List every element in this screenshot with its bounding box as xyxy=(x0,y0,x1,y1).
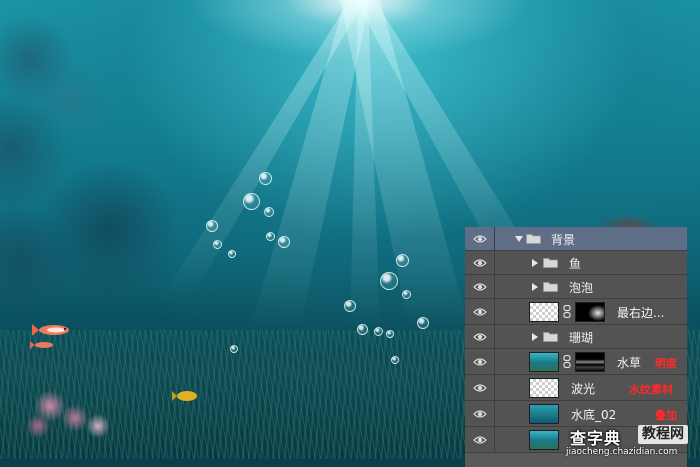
bubble xyxy=(266,232,275,241)
yellow-fish xyxy=(172,391,197,401)
collapsed-triangle-icon[interactable] xyxy=(532,333,538,341)
folder-icon xyxy=(526,234,541,244)
bubble xyxy=(213,240,222,249)
visibility-toggle[interactable] xyxy=(465,375,495,400)
visibility-toggle[interactable] xyxy=(465,427,495,452)
chain-link-icon[interactable] xyxy=(563,305,571,318)
site-watermark: 查字典 教程网 jiaocheng.chazidian.com xyxy=(560,423,700,459)
pink-coral xyxy=(20,388,115,443)
layer-name: 水草 xyxy=(617,356,642,370)
bubble xyxy=(391,356,399,364)
bubble xyxy=(357,324,368,335)
layer-thumbnail[interactable] xyxy=(529,378,559,398)
annotation-label: 水纹素材 xyxy=(629,383,673,396)
bubble xyxy=(374,327,383,336)
watermark-tag: 教程网 xyxy=(638,425,688,444)
layer-thumbnail[interactable] xyxy=(529,430,559,450)
visibility-toggle[interactable] xyxy=(465,401,495,426)
bubble xyxy=(243,193,260,210)
eye-icon xyxy=(472,357,487,366)
layer-row-fish-group[interactable]: 鱼 xyxy=(465,251,687,275)
expand-triangle-icon[interactable] xyxy=(515,236,523,242)
eye-icon xyxy=(472,307,487,316)
eye-icon xyxy=(472,282,487,291)
reef-rocks-left xyxy=(0,0,180,330)
collapsed-triangle-icon[interactable] xyxy=(532,259,538,267)
layer-name: 珊瑚 xyxy=(569,331,594,345)
folder-icon xyxy=(543,258,558,268)
layer-mask-thumbnail[interactable] xyxy=(575,352,605,372)
visibility-toggle[interactable] xyxy=(465,325,495,348)
layer-thumbnail[interactable] xyxy=(529,404,559,424)
layer-thumbnail[interactable] xyxy=(529,302,559,322)
layer-row-caustics[interactable]: 波光 水纹素材 xyxy=(465,375,687,401)
layer-name: 最右边... xyxy=(617,306,665,320)
bubble xyxy=(206,220,218,232)
layer-thumbnail[interactable] xyxy=(529,352,559,372)
eye-icon xyxy=(472,435,487,444)
watermark-url: jiaocheng.chazidian.com xyxy=(566,447,678,457)
bubble xyxy=(230,345,238,353)
bubble xyxy=(259,172,272,185)
layer-row-coral-group[interactable]: 珊瑚 xyxy=(465,325,687,349)
visibility-toggle[interactable] xyxy=(465,299,495,324)
layer-row-background-group[interactable]: 背景 xyxy=(465,227,687,251)
orange-fish xyxy=(32,324,69,336)
bubble xyxy=(264,207,274,217)
annotation-label: 叠加 xyxy=(655,409,677,422)
bubble xyxy=(380,272,398,290)
eye-icon xyxy=(472,234,487,243)
layer-name: 泡泡 xyxy=(569,281,594,295)
layer-name: 鱼 xyxy=(569,257,582,271)
annotation-label: 明度 xyxy=(655,357,677,370)
bubble xyxy=(344,300,356,312)
layer-row-rightmost[interactable]: 最右边... xyxy=(465,299,687,325)
folder-icon xyxy=(543,282,558,292)
layer-row-seagrass[interactable]: 水草 明度 xyxy=(465,349,687,375)
bubble xyxy=(228,250,236,258)
collapsed-triangle-icon[interactable] xyxy=(532,283,538,291)
bubble xyxy=(396,254,409,267)
layer-name: 背景 xyxy=(551,233,576,247)
bubble xyxy=(386,330,394,338)
watermark-title: 查字典 xyxy=(570,429,622,448)
folder-icon xyxy=(543,332,558,342)
layer-row-bubbles-group[interactable]: 泡泡 xyxy=(465,275,687,299)
visibility-toggle[interactable] xyxy=(465,251,495,274)
eye-icon xyxy=(472,258,487,267)
small-orange-fish xyxy=(30,341,53,349)
eye-icon xyxy=(472,383,487,392)
bubble xyxy=(417,317,429,329)
visibility-toggle[interactable] xyxy=(465,275,495,298)
chain-link-icon[interactable] xyxy=(563,355,571,368)
eye-icon xyxy=(472,409,487,418)
eye-icon xyxy=(472,332,487,341)
bubble xyxy=(278,236,290,248)
layer-mask-thumbnail[interactable] xyxy=(575,302,605,322)
layer-name: 水底_02 xyxy=(571,408,617,422)
layer-name: 波光 xyxy=(571,382,596,396)
visibility-toggle[interactable] xyxy=(465,349,495,374)
bubble xyxy=(402,290,411,299)
visibility-toggle[interactable] xyxy=(465,227,495,250)
